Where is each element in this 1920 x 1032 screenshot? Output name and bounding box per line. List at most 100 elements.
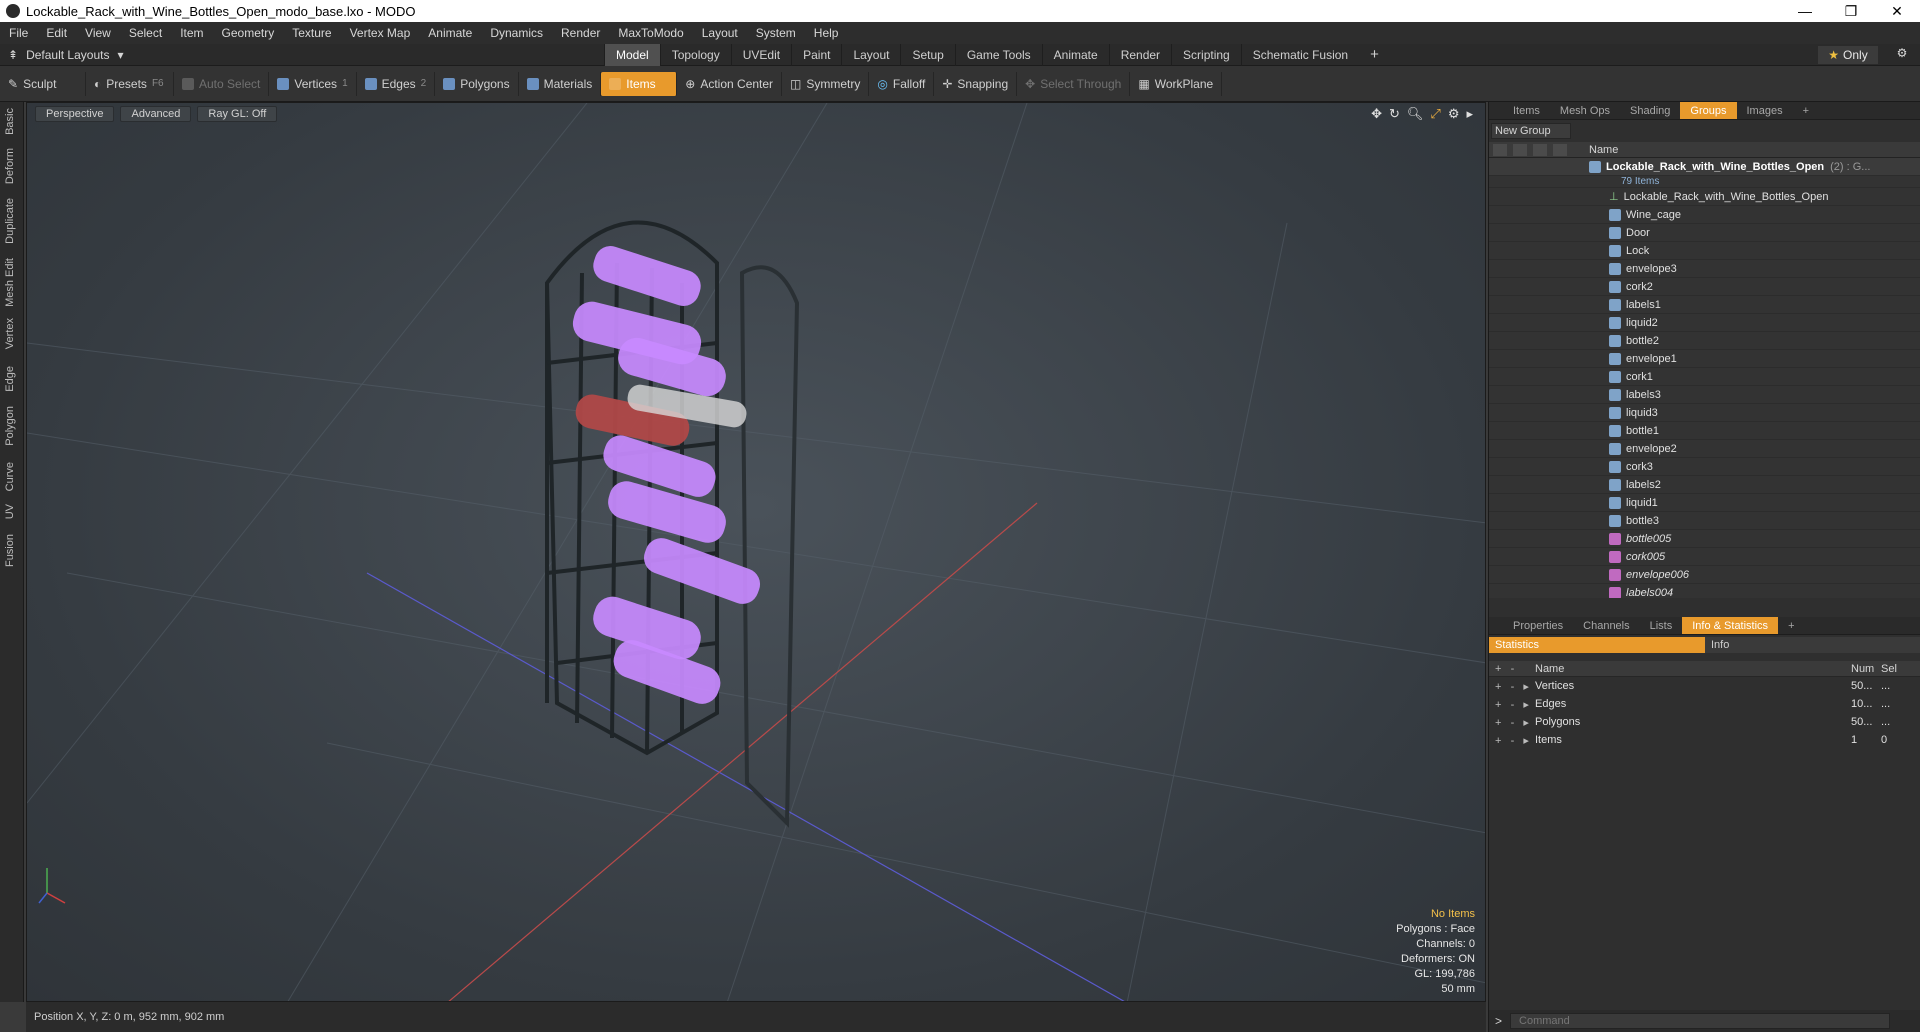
list-item[interactable]: Door: [1489, 224, 1920, 242]
play-icon[interactable]: ▸: [1466, 106, 1473, 122]
tab-uvedit[interactable]: UVEdit: [730, 44, 791, 66]
vtab-curve[interactable]: Curve: [4, 462, 16, 491]
menu-item[interactable]: Item: [171, 26, 212, 40]
tab-properties[interactable]: Properties: [1503, 617, 1573, 634]
table-row[interactable]: + - ▸ Vertices 50... ...: [1489, 677, 1920, 695]
tab-render[interactable]: Render: [1108, 44, 1171, 66]
menu-view[interactable]: View: [76, 26, 120, 40]
list-item[interactable]: bottle1: [1489, 422, 1920, 440]
list-item[interactable]: cork1: [1489, 368, 1920, 386]
vtab-basic[interactable]: Basic: [4, 108, 16, 135]
vtab-mesh-edit[interactable]: Mesh Edit: [4, 258, 16, 307]
menu-animate[interactable]: Animate: [419, 26, 481, 40]
add-panel-tab-icon[interactable]: +: [1793, 102, 1819, 119]
raygl-button[interactable]: Ray GL: Off: [197, 106, 278, 122]
close-button[interactable]: ✕: [1874, 0, 1920, 22]
list-item[interactable]: envelope006: [1489, 566, 1920, 584]
fit-icon[interactable]: ⤢: [1430, 106, 1440, 122]
maximize-button[interactable]: ❐: [1828, 0, 1874, 22]
list-item[interactable]: envelope1: [1489, 350, 1920, 368]
only-button[interactable]: ★ Only: [1818, 46, 1878, 64]
tab-schematic-fusion[interactable]: Schematic Fusion: [1240, 44, 1359, 66]
menu-geometry[interactable]: Geometry: [213, 26, 284, 40]
add-tab-icon[interactable]: +: [1359, 44, 1390, 66]
perspective-button[interactable]: Perspective: [35, 106, 115, 122]
eye-icon[interactable]: [1493, 143, 1507, 156]
tab-shading[interactable]: Shading: [1620, 102, 1680, 119]
render-icon[interactable]: [1533, 143, 1547, 156]
tab-lists[interactable]: Lists: [1640, 617, 1683, 634]
action-center-button[interactable]: ⊕ Action Center: [677, 71, 783, 96]
subtab-info[interactable]: Info: [1705, 637, 1920, 653]
menu-vertex-map[interactable]: Vertex Map: [341, 26, 420, 40]
vtab-deform[interactable]: Deform: [4, 148, 16, 184]
menu-file[interactable]: File: [0, 26, 37, 40]
select-icon[interactable]: [1553, 143, 1567, 156]
tab-game-tools[interactable]: Game Tools: [954, 44, 1042, 66]
list-item[interactable]: ⊥ Lockable_Rack_with_Wine_Bottles_Open: [1489, 188, 1920, 206]
list-item[interactable]: envelope3: [1489, 260, 1920, 278]
minimize-button[interactable]: —: [1782, 0, 1828, 22]
tab-paint[interactable]: Paint: [791, 44, 841, 66]
tab-mesh-ops[interactable]: Mesh Ops: [1550, 102, 1620, 119]
table-row[interactable]: + - ▸ Polygons 50... ...: [1489, 713, 1920, 731]
list-item[interactable]: bottle005: [1489, 530, 1920, 548]
tab-setup[interactable]: Setup: [900, 44, 954, 66]
falloff-button[interactable]: ◎ Falloff: [869, 71, 935, 96]
layout-selector[interactable]: ⇞ Default Layouts ▾: [0, 48, 160, 62]
sculpt-button[interactable]: ✎ Sculpt: [0, 71, 86, 96]
menu-help[interactable]: Help: [805, 26, 848, 40]
list-item[interactable]: cork2: [1489, 278, 1920, 296]
zoom-icon[interactable]: 🔍︎: [1407, 106, 1424, 122]
new-group-button[interactable]: New Group: [1491, 123, 1571, 139]
vtab-duplicate[interactable]: Duplicate: [4, 198, 16, 244]
materials-button[interactable]: Materials: [519, 71, 602, 96]
auto-select-button[interactable]: Auto Select: [174, 71, 270, 96]
settings-icon[interactable]: ⚙: [1448, 106, 1460, 122]
group-root-row[interactable]: Lockable_Rack_with_Wine_Bottles_Open (2)…: [1489, 158, 1920, 176]
menu-dynamics[interactable]: Dynamics: [481, 26, 552, 40]
subtab-statistics[interactable]: Statistics: [1489, 637, 1705, 653]
items-button[interactable]: Items: [601, 71, 678, 96]
tab-model[interactable]: Model: [604, 44, 660, 66]
menu-render[interactable]: Render: [552, 26, 609, 40]
tab-groups[interactable]: Groups: [1680, 102, 1737, 119]
tab-scripting[interactable]: Scripting: [1171, 44, 1241, 66]
list-item[interactable]: labels3: [1489, 386, 1920, 404]
list-item[interactable]: Wine_cage: [1489, 206, 1920, 224]
menu-system[interactable]: System: [747, 26, 805, 40]
list-item[interactable]: labels2: [1489, 476, 1920, 494]
menu-maxtomodo[interactable]: MaxToModo: [609, 26, 692, 40]
3d-viewport[interactable]: Perspective Advanced Ray GL: Off ✥ ↻ 🔍︎ …: [26, 102, 1486, 1002]
symmetry-button[interactable]: ◫ Symmetry: [782, 71, 870, 96]
list-item[interactable]: bottle2: [1489, 332, 1920, 350]
select-through-button[interactable]: ✥ Select Through: [1017, 71, 1131, 96]
table-row[interactable]: + - ▸ Items 1 0: [1489, 731, 1920, 749]
group-item-list[interactable]: Lockable_Rack_with_Wine_Bottles_Open (2)…: [1489, 158, 1920, 598]
list-item[interactable]: envelope2: [1489, 440, 1920, 458]
menu-select[interactable]: Select: [120, 26, 171, 40]
tab-topology[interactable]: Topology: [659, 44, 731, 66]
move-icon[interactable]: ✥: [1371, 106, 1382, 122]
command-input[interactable]: [1510, 1013, 1891, 1029]
add-stats-tab-icon[interactable]: +: [1778, 617, 1804, 634]
vtab-fusion[interactable]: Fusion: [4, 534, 16, 567]
list-item[interactable]: Lock: [1489, 242, 1920, 260]
list-item[interactable]: liquid1: [1489, 494, 1920, 512]
snapping-button[interactable]: ✛ Snapping: [934, 71, 1018, 96]
advanced-button[interactable]: Advanced: [120, 106, 192, 122]
tab-images[interactable]: Images: [1737, 102, 1793, 119]
table-row[interactable]: + - ▸ Edges 10... ...: [1489, 695, 1920, 713]
tab-items[interactable]: Items: [1503, 102, 1550, 119]
menu-texture[interactable]: Texture: [283, 26, 340, 40]
tab-animate[interactable]: Animate: [1041, 44, 1109, 66]
list-item[interactable]: bottle3: [1489, 512, 1920, 530]
tab-layout[interactable]: Layout: [841, 44, 900, 66]
vtab-vertex[interactable]: Vertex: [4, 318, 16, 349]
menu-layout[interactable]: Layout: [693, 26, 747, 40]
vtab-uv[interactable]: UV: [4, 504, 16, 519]
tab-channels[interactable]: Channels: [1573, 617, 1639, 634]
list-item[interactable]: labels004: [1489, 584, 1920, 598]
list-item[interactable]: liquid3: [1489, 404, 1920, 422]
list-item[interactable]: cork3: [1489, 458, 1920, 476]
